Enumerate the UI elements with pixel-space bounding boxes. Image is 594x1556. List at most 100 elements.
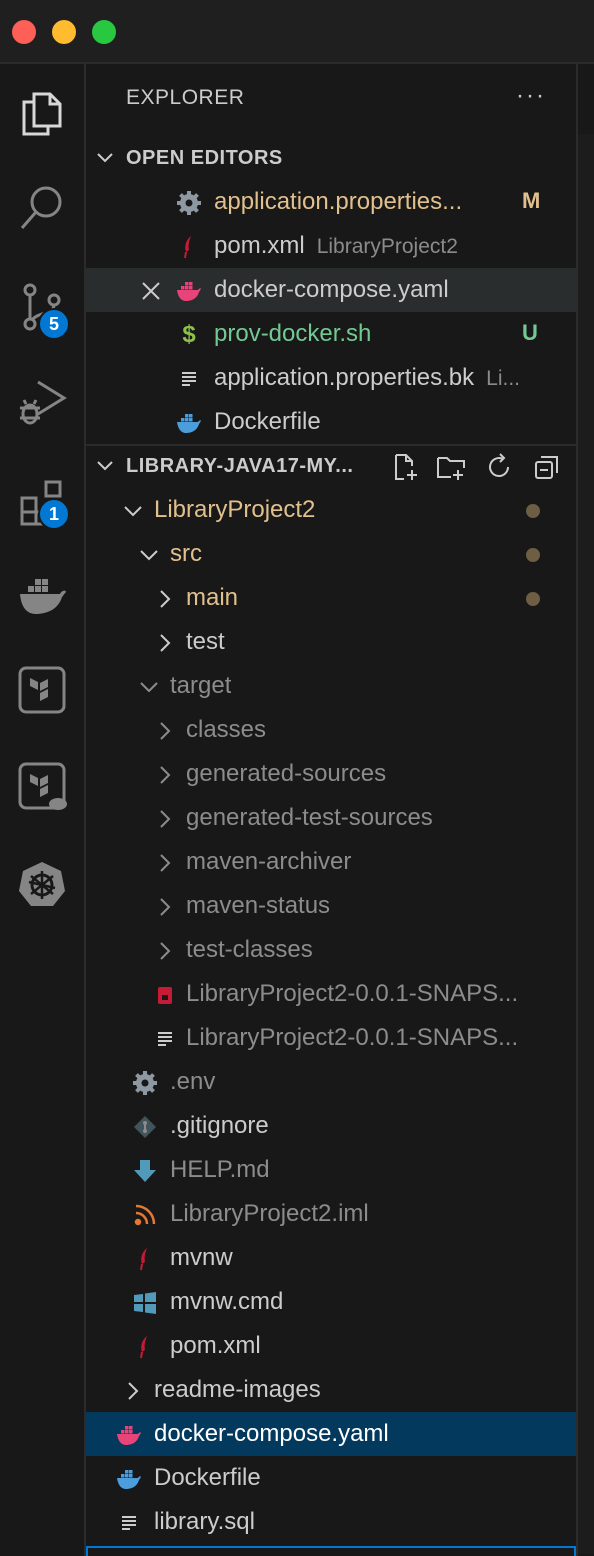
folder-toolbar	[386, 444, 576, 488]
tree-label: src	[170, 540, 202, 567]
tree-file-library-sql[interactable]: library.sql	[86, 1500, 576, 1544]
tree-folder-libraryproject2[interactable]: LibraryProject2	[86, 488, 576, 532]
open-editor-label: docker-compose.yaml	[214, 276, 449, 303]
tree-folder-generated-sources[interactable]: generated-sources	[86, 752, 576, 796]
docker-icon	[176, 278, 202, 304]
modified-dot	[526, 504, 540, 518]
tree-file-env[interactable]: .env	[86, 1060, 576, 1104]
tree-file-jar-original[interactable]: LibraryProject2-0.0.1-SNAPS...	[86, 1016, 576, 1060]
open-editor-item-active[interactable]: docker-compose.yaml	[86, 268, 576, 312]
activity-extensions[interactable]: 1	[0, 464, 84, 540]
activity-terraform-cloud[interactable]	[0, 748, 84, 824]
new-folder-icon[interactable]	[436, 452, 466, 482]
zoom-window-button[interactable]	[92, 20, 116, 44]
tree-file-gitignore[interactable]: .gitignore	[86, 1104, 576, 1148]
tree-label: LibraryProject2-0.0.1-SNAPS...	[186, 980, 519, 1007]
tree-folder-target[interactable]: target	[86, 664, 576, 708]
open-editor-item[interactable]: application.properties.bk Li...	[86, 356, 576, 400]
tree-folder-maven-archiver[interactable]: maven-archiver	[86, 840, 576, 884]
tree-file-help-md[interactable]: HELP.md	[86, 1148, 576, 1192]
activity-search[interactable]	[0, 170, 84, 246]
scrollbar-thumb[interactable]	[578, 134, 594, 1554]
scrollbar[interactable]	[576, 64, 594, 1556]
tree-file-iml[interactable]: LibraryProject2.iml	[86, 1192, 576, 1236]
tree-folder-readme-images[interactable]: readme-images	[86, 1368, 576, 1412]
open-editors-header[interactable]: OPEN EDITORS	[86, 136, 576, 180]
open-editor-description: Li...	[486, 367, 521, 390]
refresh-icon[interactable]	[484, 452, 514, 482]
activity-run-debug[interactable]	[0, 364, 84, 440]
text-file-icon	[176, 366, 202, 392]
chevron-right-icon	[152, 718, 178, 744]
tree-label: LibraryProject2-0.0.1-SNAPS...	[186, 1024, 519, 1051]
text-file-icon	[116, 1510, 142, 1536]
focus-outline	[86, 1546, 576, 1556]
tree-folder-generated-test-sources[interactable]: generated-test-sources	[86, 796, 576, 840]
chevron-right-icon	[152, 806, 178, 832]
tree-label: library.sql	[154, 1508, 255, 1535]
chevron-down-icon	[120, 498, 146, 524]
tree-label: pom.xml	[170, 1332, 261, 1359]
chevron-down-icon	[136, 542, 162, 568]
chevron-right-icon	[152, 894, 178, 920]
tree-file-docker-compose-selected[interactable]: docker-compose.yaml	[86, 1412, 576, 1456]
tree-file-jar[interactable]: LibraryProject2-0.0.1-SNAPS...	[86, 972, 576, 1016]
tree-folder-src[interactable]: src	[86, 532, 576, 576]
tree-label: maven-status	[186, 892, 331, 919]
open-editor-description: LibraryProject2	[316, 235, 458, 258]
tree-file-mvnw-cmd[interactable]: mvnw.cmd	[86, 1280, 576, 1324]
activity-source-control[interactable]: 5	[0, 268, 84, 344]
chevron-down-icon	[94, 147, 116, 169]
title-bar	[0, 0, 594, 64]
activity-docker[interactable]	[0, 558, 84, 634]
activity-explorer[interactable]	[0, 74, 84, 150]
markdown-icon	[132, 1158, 158, 1184]
open-editor-item[interactable]: $ prov-docker.sh U	[86, 312, 576, 356]
maven-icon	[132, 1246, 158, 1272]
folder-header[interactable]: LIBRARY-JAVA17-MY...	[86, 444, 576, 488]
modified-dot	[526, 548, 540, 562]
run-debug-icon	[20, 380, 67, 425]
kubernetes-icon	[19, 862, 65, 906]
shell-icon: $	[182, 321, 196, 348]
explorer-title: EXPLORER	[126, 86, 245, 109]
close-window-button[interactable]	[12, 20, 36, 44]
tree-label: mvnw.cmd	[170, 1288, 284, 1315]
tree-file-pom-xml[interactable]: pom.xml	[86, 1324, 576, 1368]
chevron-right-icon	[152, 630, 178, 656]
close-icon[interactable]	[138, 278, 164, 304]
extensions-badge: 1	[38, 498, 70, 530]
jar-file-icon	[152, 982, 178, 1008]
minimize-window-button[interactable]	[52, 20, 76, 44]
terraform-cloud-icon	[18, 762, 67, 810]
tree-folder-test[interactable]: test	[86, 620, 576, 664]
tree-file-mvnw[interactable]: mvnw	[86, 1236, 576, 1280]
tree-folder-classes[interactable]: classes	[86, 708, 576, 752]
chevron-down-icon	[94, 455, 116, 477]
tree-folder-main[interactable]: main	[86, 576, 576, 620]
open-editor-item[interactable]: application.properties... M	[86, 180, 576, 224]
tree-folder-maven-status[interactable]: maven-status	[86, 884, 576, 928]
activity-kubernetes[interactable]	[0, 846, 84, 922]
tree-label: test	[186, 628, 225, 655]
collapse-all-icon[interactable]	[532, 452, 562, 482]
chevron-right-icon	[120, 1378, 146, 1404]
open-editor-item[interactable]: pom.xml LibraryProject2	[86, 224, 576, 268]
modified-dot	[526, 592, 540, 606]
tree-label: LibraryProject2.iml	[170, 1200, 369, 1227]
tree-label: test-classes	[186, 936, 313, 963]
chevron-right-icon	[152, 586, 178, 612]
folder-title: LIBRARY-JAVA17-MY...	[126, 454, 354, 477]
tree-file-dockerfile[interactable]: Dockerfile	[86, 1456, 576, 1500]
source-control-badge: 5	[38, 308, 70, 340]
activity-terraform[interactable]	[0, 652, 84, 728]
open-editor-item[interactable]: Dockerfile	[86, 400, 576, 444]
more-actions-button[interactable]: ···	[516, 82, 546, 110]
new-file-icon[interactable]	[390, 452, 420, 482]
open-editor-label: prov-docker.sh	[214, 320, 372, 347]
docker-icon	[116, 1422, 142, 1448]
git-status-badge: U	[522, 320, 538, 345]
explorer-icon	[22, 92, 62, 136]
docker-icon	[116, 1466, 142, 1492]
tree-folder-test-classes[interactable]: test-classes	[86, 928, 576, 972]
